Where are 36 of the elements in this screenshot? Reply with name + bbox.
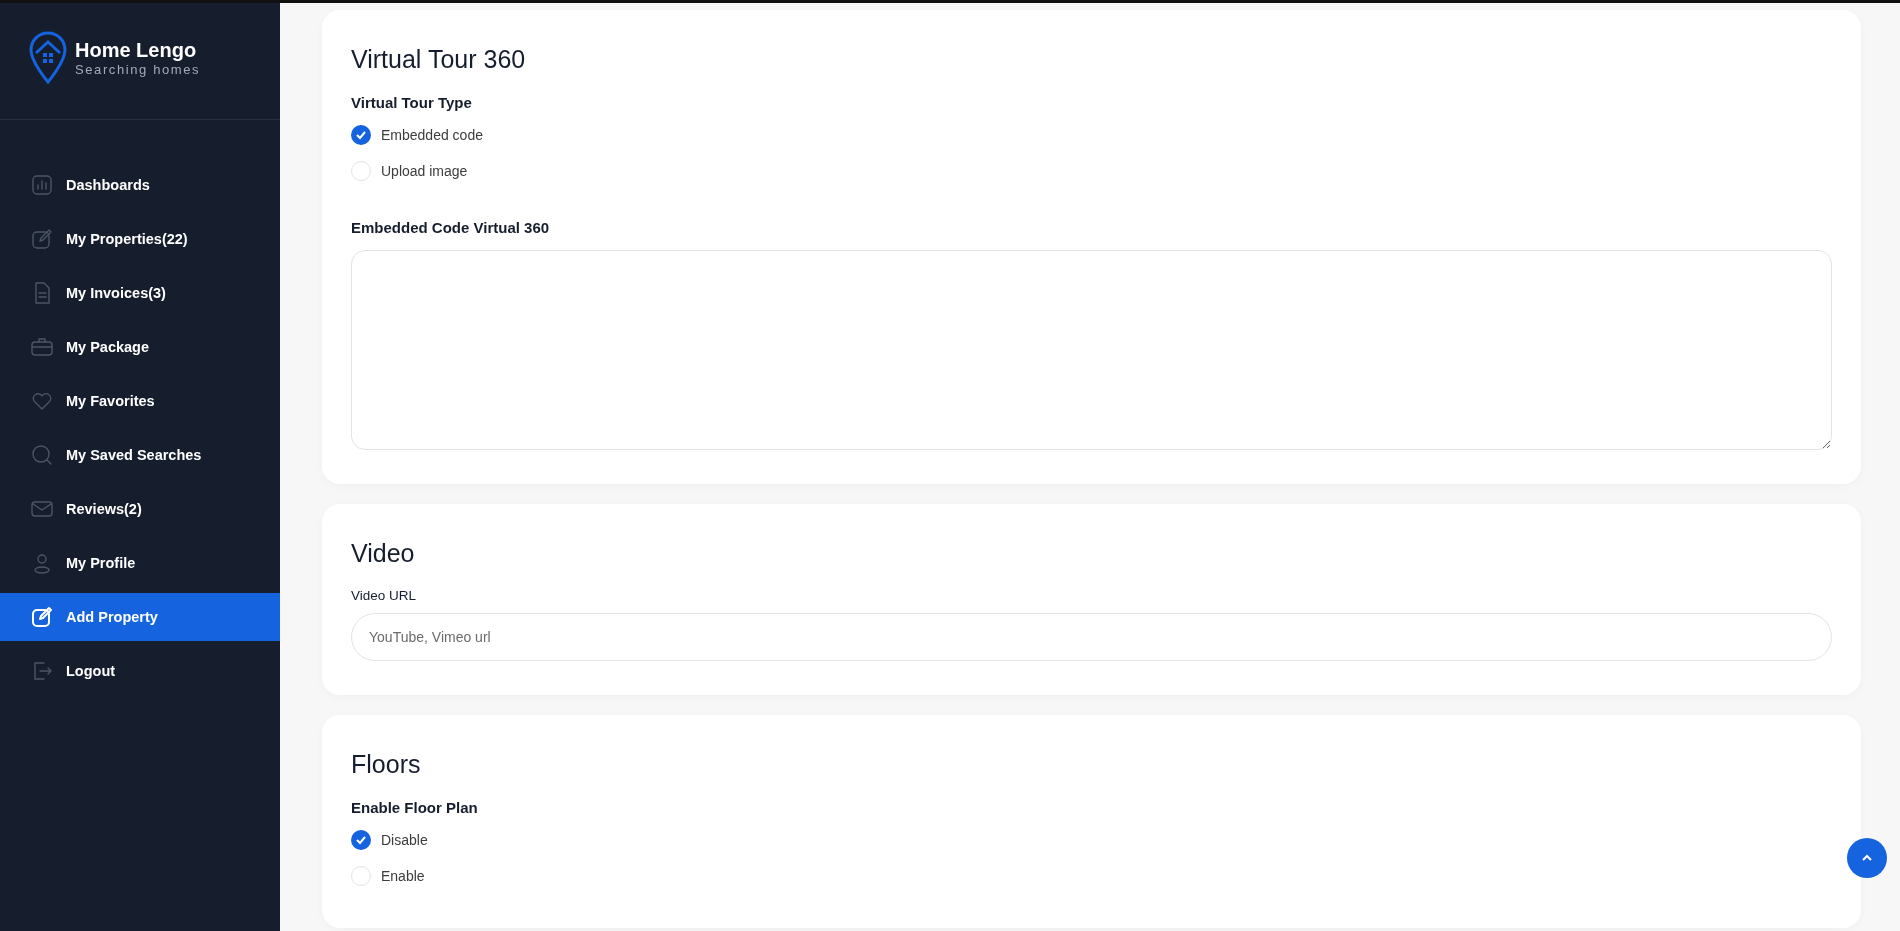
section-title: Video [351, 539, 416, 568]
radio-label[interactable]: Enable [381, 868, 425, 884]
section-title: Floors [351, 750, 422, 779]
sidebar-item[interactable]: Reviews(2) [0, 485, 280, 533]
scroll-top-button[interactable] [1847, 838, 1887, 878]
logo-icon [29, 31, 67, 85]
sidebar-item[interactable]: My Profile [0, 539, 280, 587]
field-label: Embedded Code Virtual 360 [351, 219, 551, 236]
logo-subtitle: Searching homes [75, 62, 201, 77]
checkmark-icon [355, 834, 367, 846]
field-label: Enable Floor Plan [351, 799, 479, 816]
sidebar-item[interactable]: My Package [0, 323, 280, 371]
sidebar-item[interactable]: My Saved Searches [0, 431, 280, 479]
section-title: Virtual Tour 360 [351, 45, 527, 74]
field-label: Video URL [351, 588, 418, 603]
field-label: Virtual Tour Type [351, 94, 473, 111]
sidebar-item[interactable]: My Invoices(3) [0, 269, 280, 317]
search-icon [30, 443, 54, 467]
chevron-up-icon [1860, 853, 1874, 863]
sidebar-item[interactable]: Add Property [0, 593, 280, 641]
radio-button[interactable] [351, 830, 371, 850]
chart-icon [30, 173, 54, 197]
sidebar-item[interactable]: My Favorites [0, 377, 280, 425]
pencil-icon [30, 605, 54, 629]
radio-button[interactable] [351, 125, 371, 145]
sidebar-item[interactable]: My Properties(22) [0, 215, 280, 263]
sidebar-item[interactable]: Logout [0, 647, 280, 695]
pencil-icon [30, 227, 54, 251]
sidebar-item[interactable]: Dashboards [0, 161, 280, 209]
radio-label[interactable]: Embedded code [381, 127, 483, 143]
logo-title: Home Lengo [75, 39, 198, 62]
checkmark-icon [355, 129, 367, 141]
url-input[interactable]: YouTube, Vimeo url [351, 613, 1832, 661]
briefcase-icon [30, 335, 54, 359]
radio-label[interactable]: Upload image [381, 163, 468, 179]
radio-label[interactable]: Disable [381, 832, 428, 848]
